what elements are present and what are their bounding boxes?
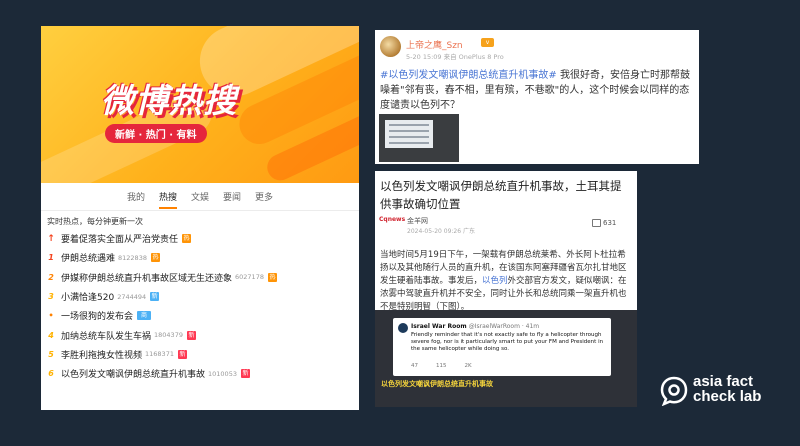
hot-search-tabs: 我的 热搜 文娱 要闻 更多 bbox=[41, 187, 359, 209]
embedded-tweet: Israel War Room @IsraelWarRoom · 41m Fri… bbox=[393, 318, 611, 376]
tweet-text: Friendly reminder that it's not exactly … bbox=[411, 332, 604, 352]
article-date: 2024-05-20 09:26 广东 bbox=[407, 228, 475, 235]
new-badge-icon: 新 bbox=[177, 349, 187, 359]
rank-number: 4 bbox=[48, 330, 54, 340]
post-text: #以色列发文嘲讽伊朗总统直升机事故# 我很好奇，安倍身亡时那帮鼓噪着"邻有丧，舂… bbox=[380, 68, 694, 113]
post-username[interactable]: 上帝之鹰_Szn bbox=[406, 38, 463, 51]
video-caption: 以色列发文嘲讽伊朗总统直升机事故 bbox=[381, 380, 493, 388]
article-title: 以色列发文嘲讽伊朗总统直升机事故，土耳其提供事故确切位置 bbox=[380, 179, 622, 211]
afcl-mark-icon bbox=[660, 376, 688, 406]
tweet-avatar bbox=[398, 323, 408, 333]
hot-search-list: ↑ 要着促落实全面从严治党责任 热 1 伊朗总统遇难 8122838 热 2 伊… bbox=[41, 229, 359, 383]
retweet-count: 115 bbox=[436, 363, 447, 369]
hot-item-count: 1804379 bbox=[154, 331, 183, 340]
tab-mine[interactable]: 我的 bbox=[127, 187, 145, 209]
hot-badge-icon: 热 bbox=[182, 234, 192, 244]
rank-number: 1 bbox=[48, 253, 54, 263]
like-count: 2K bbox=[464, 363, 472, 369]
list-item[interactable]: 5 李胜利拖拽女性视频 1168371 新 bbox=[41, 345, 359, 364]
tab-entertainment[interactable]: 文娱 bbox=[191, 187, 209, 209]
list-item[interactable]: 3 小满恰逢520 2744494 新 bbox=[41, 287, 359, 306]
dot-icon: • bbox=[48, 311, 54, 321]
hot-item-text[interactable]: 以色列发文嘲讽伊朗总统直升机事故 bbox=[61, 367, 205, 380]
rank-number: 3 bbox=[48, 292, 54, 302]
news-article: 以色列发文嘲讽伊朗总统直升机事故，土耳其提供事故确切位置 Cqnews 金羊网 … bbox=[375, 171, 637, 407]
source-logo: Cqnews bbox=[379, 216, 406, 223]
tab-more[interactable]: 更多 bbox=[255, 187, 273, 209]
vip-badge-icon: v bbox=[481, 38, 494, 47]
tab-hot-search[interactable]: 热搜 bbox=[158, 187, 177, 209]
rank-number: 5 bbox=[48, 349, 54, 359]
weibo-hot-search-panel: 微博热搜 新鲜 · 热门 · 有料 我的 热搜 文娱 要闻 更多 实时热点，每分… bbox=[41, 26, 359, 410]
list-item[interactable]: ↑ 要着促落实全面从严治党责任 热 bbox=[41, 229, 359, 248]
rank-number: 2 bbox=[48, 272, 54, 282]
realtime-note: 实时热点，每分钟更新一次 bbox=[47, 217, 143, 226]
new-badge-icon: 新 bbox=[240, 369, 250, 379]
hot-item-text[interactable]: 伊朗总统遇难 bbox=[61, 251, 115, 264]
hot-item-text[interactable]: 伊媒称伊朗总统直升机事故区域无生还迹象 bbox=[61, 271, 232, 284]
hot-item-text[interactable]: 一场很狗的发布会 bbox=[61, 309, 133, 322]
list-item[interactable]: 1 伊朗总统遇难 8122838 热 bbox=[41, 248, 359, 267]
article-keyword-link[interactable]: 以色列 bbox=[482, 276, 508, 286]
avatar[interactable] bbox=[380, 36, 401, 57]
hot-item-text[interactable]: 李胜利拖拽女性视频 bbox=[61, 348, 142, 361]
hot-item-count: 1168371 bbox=[145, 350, 174, 359]
tab-news[interactable]: 要闻 bbox=[223, 187, 241, 209]
hot-item-text[interactable]: 要着促落实全面从严治党责任 bbox=[61, 232, 178, 245]
hot-badge-icon: 热 bbox=[150, 253, 160, 263]
badge-icon: 新 bbox=[150, 292, 160, 302]
article-body: 当地时间5月19日下午，一架载有伊朗总统莱希、外长阿卜杜拉希扬以及其他随行人员的… bbox=[380, 250, 627, 312]
hot-item-count: 6027178 bbox=[235, 273, 264, 282]
hot-item-count: 1010053 bbox=[208, 369, 237, 378]
banner-title: 微博热搜 bbox=[101, 81, 237, 120]
post-meta: 5-20 15:09 来自 OnePlus 8 Pro bbox=[406, 53, 504, 61]
hot-item-text[interactable]: 小满恰逢520 bbox=[61, 290, 114, 303]
tweet-actions: 47 115 2K bbox=[411, 363, 472, 369]
tabs-divider bbox=[41, 210, 359, 211]
pin-icon: ↑ bbox=[47, 233, 55, 244]
list-item[interactable]: • 一场很狗的发布会 商 bbox=[41, 306, 359, 325]
asia-fact-check-lab-logo: asia fact check lab bbox=[660, 374, 780, 410]
comment-icon[interactable] bbox=[592, 219, 601, 227]
hot-item-text[interactable]: 加纳总统车队发生车祸 bbox=[61, 329, 151, 342]
list-item[interactable]: 2 伊媒称伊朗总统直升机事故区域无生还迹象 6027178 热 bbox=[41, 268, 359, 287]
banner-subtitle: 新鲜 · 热门 · 有料 bbox=[105, 124, 207, 143]
tweet-author: Israel War Room @IsraelWarRoom · 41m bbox=[411, 323, 540, 330]
comment-count: 631 bbox=[603, 219, 617, 227]
list-item[interactable]: 4 加纳总统车队发生车祸 1804379 新 bbox=[41, 325, 359, 344]
rank-number: 6 bbox=[48, 369, 54, 379]
ad-badge-icon: 商 bbox=[137, 311, 152, 321]
article-source[interactable]: 金羊网 bbox=[407, 216, 428, 226]
article-video[interactable]: Israel War Room @IsraelWarRoom · 41m Fri… bbox=[375, 310, 637, 407]
hot-badge-icon: 热 bbox=[267, 272, 277, 282]
weibo-post: 上帝之鹰_Szn v 5-20 15:09 来自 OnePlus 8 Pro #… bbox=[375, 30, 699, 164]
post-topic-link[interactable]: #以色列发文嘲讽伊朗总统直升机事故# bbox=[380, 70, 557, 81]
hot-search-banner: 微博热搜 新鲜 · 热门 · 有料 bbox=[41, 26, 359, 183]
reply-count: 47 bbox=[411, 363, 418, 369]
hot-item-count: 2744494 bbox=[117, 292, 147, 301]
post-image-thumbnail[interactable] bbox=[379, 114, 459, 162]
hot-item-count: 8122838 bbox=[118, 253, 147, 262]
screenshot-thumbnail-icon bbox=[385, 120, 433, 148]
list-item[interactable]: 6 以色列发文嘲讽伊朗总统直升机事故 1010053 新 bbox=[41, 364, 359, 383]
afcl-wordmark: asia fact check lab bbox=[693, 373, 762, 405]
new-badge-icon: 新 bbox=[186, 330, 196, 340]
